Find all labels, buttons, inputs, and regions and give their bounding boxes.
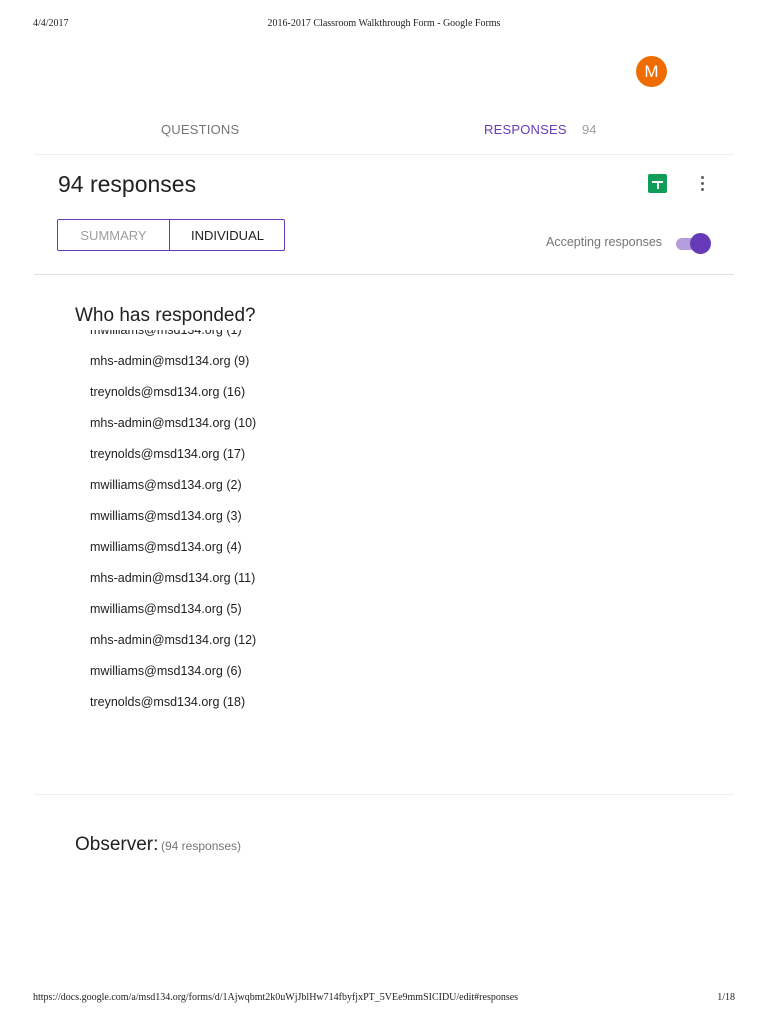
accepting-responses-switch[interactable] <box>674 233 712 255</box>
respondent-item[interactable]: mhs-admin@msd134.org (10) <box>90 408 256 439</box>
summary-individual-toggle: SUMMARY INDIVIDUAL <box>57 219 285 251</box>
observer-heading: Observer: <box>75 834 159 855</box>
google-sheets-icon[interactable] <box>648 174 667 193</box>
respondent-item[interactable]: treynolds@msd134.org (18) <box>90 687 256 718</box>
respondent-item[interactable]: mwilliams@msd134.org (3) <box>90 501 256 532</box>
individual-button[interactable]: INDIVIDUAL <box>170 220 285 250</box>
tab-responses[interactable]: RESPONSES <box>484 122 567 137</box>
section-divider <box>34 794 734 795</box>
respondent-item[interactable]: mhs-admin@msd134.org (9) <box>90 346 256 377</box>
header-divider <box>34 274 734 275</box>
respondent-item[interactable]: mwilliams@msd134.org (2) <box>90 470 256 501</box>
respondent-item[interactable]: treynolds@msd134.org (17) <box>90 439 256 470</box>
print-title: 2016-2017 Classroom Walkthrough Form - G… <box>267 18 501 29</box>
respondent-item[interactable]: mwilliams@msd134.org (5) <box>90 594 256 625</box>
tab-questions[interactable]: QUESTIONS <box>161 122 239 137</box>
observer-response-count: (94 responses) <box>161 839 242 853</box>
print-header: 4/4/2017 2016-2017 Classroom Walkthrough… <box>33 18 735 32</box>
more-vert-icon[interactable] <box>694 172 712 196</box>
print-url: https://docs.google.com/a/msd134.org/for… <box>33 992 519 1003</box>
print-footer: https://docs.google.com/a/msd134.org/for… <box>33 992 735 1006</box>
accepting-responses-label: Accepting responses <box>546 235 663 249</box>
print-page-number: 1/18 <box>717 992 735 1003</box>
respondent-item[interactable]: mwilliams@msd134.org (1) <box>90 330 256 346</box>
form-tabs: QUESTIONS RESPONSES 94 <box>34 112 734 155</box>
summary-button[interactable]: SUMMARY <box>58 220 170 250</box>
respondents-list[interactable]: mwilliams@msd134.org (1) mhs-admin@msd134… <box>90 330 690 730</box>
respondent-item[interactable]: mhs-admin@msd134.org (12) <box>90 625 256 656</box>
respondent-item[interactable]: mwilliams@msd134.org (4) <box>90 532 256 563</box>
responses-count-badge: 94 <box>582 122 597 137</box>
respondent-item[interactable]: mhs-admin@msd134.org (11) <box>90 563 256 594</box>
responses-title: 94 responses <box>58 171 197 197</box>
respondent-item[interactable]: mwilliams@msd134.org (6) <box>90 656 256 687</box>
account-avatar[interactable]: M <box>636 56 667 87</box>
respondent-item[interactable]: treynolds@msd134.org (16) <box>90 377 256 408</box>
respondents-heading: Who has responded? <box>75 305 256 326</box>
